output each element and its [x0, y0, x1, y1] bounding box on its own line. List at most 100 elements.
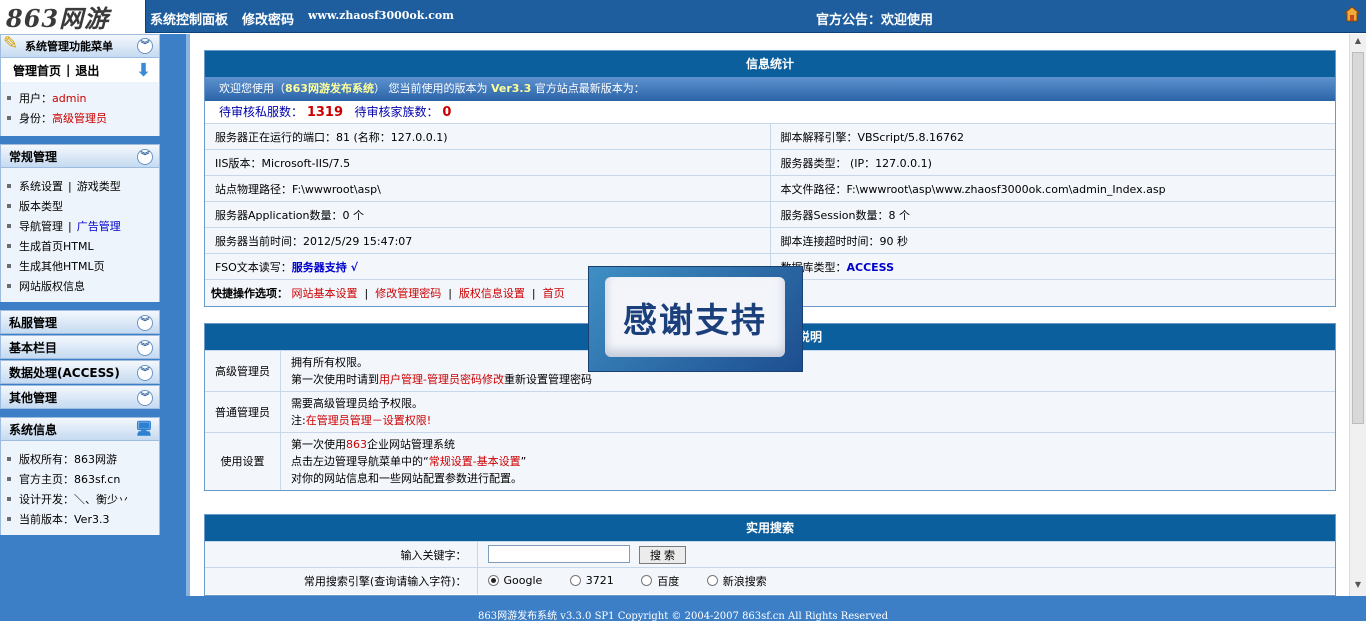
user-name: admin [52, 91, 87, 105]
menu-item-sys-settings[interactable]: 系统设置 [19, 178, 63, 194]
menu-item-nav-manage[interactable]: 导航管理 [19, 218, 63, 234]
table-cell: 服务器正在运行的端口：81 (名称：127.0.0.1) [205, 123, 770, 150]
user-label: 用户： [19, 92, 52, 105]
admin-home-link[interactable]: 管理首页 [13, 62, 61, 79]
menu-item-ad-manage[interactable]: 广告管理 [77, 218, 121, 234]
radio-label: Google [503, 574, 543, 587]
section-title: 系统信息 [9, 422, 58, 437]
radio-icon [487, 575, 499, 586]
perm-desc: 需要高级管理员给予权限。 注:在管理员管理－设置权限! [280, 391, 1335, 433]
keyword-input[interactable] [487, 545, 630, 564]
search-table: 输入关键字： 搜 索 常用搜索引擎(查询请输入字符)： Google 3721 … [205, 541, 1335, 594]
thanks-popup[interactable]: 感谢支持 [588, 266, 803, 372]
radio-icon [569, 575, 581, 586]
perm-desc: 第一次使用863企业网站管理系统 点击左边管理导航菜单中的“常规设置-基本设置”… [280, 432, 1335, 490]
chevron-down-icon[interactable]: ︾ [137, 365, 153, 381]
perm-line: 点击左边管理导航菜单中的“常规设置-基本设置” [291, 453, 1325, 470]
section-private-servers[interactable]: 私服管理 ︾ [0, 310, 160, 334]
perm-line: 注:在管理员管理－设置权限! [291, 412, 1325, 429]
perm-link[interactable]: 在管理员管理－设置权限! [306, 414, 431, 427]
sysinfo-item: 设计开发：＼、衡少丷 [1, 489, 159, 509]
top-links: 系统控制面板 修改密码 www.zhaosf3000ok.com [150, 9, 454, 28]
menu-row: 生成其他HTML页 [1, 256, 159, 276]
logout-link[interactable]: 退出 [75, 62, 99, 79]
scroll-thumb[interactable] [1352, 52, 1364, 424]
table-row: 服务器正在运行的端口：81 (名称：127.0.0.1) 脚本解释引擎：VBSc… [205, 123, 1335, 150]
table-row: 使用设置 第一次使用863企业网站管理系统 点击左边管理导航菜单中的“常规设置-… [205, 432, 1335, 490]
site-url-link[interactable]: www.zhaosf3000ok.com [308, 9, 454, 28]
change-password-link[interactable]: 修改密码 [242, 9, 294, 28]
menu-item-version-types[interactable]: 版本类型 [19, 198, 63, 214]
table-cell: 站点物理路径：F:\wwwroot\asp\ [205, 175, 770, 202]
perm-line: 拥有所有权限。 [291, 356, 368, 369]
chevron-down-icon[interactable]: ︾ [137, 315, 153, 331]
home-icon[interactable] [1344, 6, 1360, 22]
menu-item-copyright[interactable]: 网站版权信息 [19, 278, 85, 294]
engine-cell: Google 3721 百度 新浪搜索 [476, 567, 1335, 594]
engine-3721-radio[interactable]: 3721 [569, 574, 614, 587]
footer: 863网游发布系统 v3.3.0 SP1 Copyright © 2004-20… [0, 596, 1366, 621]
menu-row: 生成首页HTML [1, 236, 159, 256]
menu-item-gen-home[interactable]: 生成首页HTML [19, 238, 94, 254]
separator: | [444, 286, 456, 300]
perm-label: 使用设置 [205, 432, 281, 490]
perm-link[interactable]: 常规设置-基本设置 [429, 455, 521, 468]
db-value: ACCESS [846, 260, 895, 274]
menu-item-game-types[interactable]: 游戏类型 [77, 178, 121, 194]
quick-link-home[interactable]: 首页 [543, 287, 565, 300]
menu-nav: 管理首页 | 退出 ⬇ [0, 58, 160, 82]
panel-title: 实用搜索 [205, 515, 1335, 541]
engine-baidu-radio[interactable]: 百度 [641, 573, 679, 589]
chevron-down-icon[interactable]: ︾ [137, 340, 153, 356]
section-basic-columns[interactable]: 基本栏目 ︾ [0, 335, 160, 359]
section-general[interactable]: 常规管理 ︾ [0, 144, 160, 168]
keyword-cell: 搜 索 [476, 541, 1335, 568]
table-row: 站点物理路径：F:\wwwroot\asp\ 本文件路径：F:\wwwroot\… [205, 175, 1335, 202]
engine-google-radio[interactable]: Google [487, 574, 543, 587]
site-logo[interactable]: 863网游 [0, 0, 146, 33]
scroll-down-icon[interactable]: ▼ [1352, 580, 1364, 594]
scroll-up-icon[interactable]: ▲ [1352, 36, 1364, 50]
top-bar: 863网游 系统控制面板 修改密码 www.zhaosf3000ok.com 官… [0, 0, 1366, 33]
table-row: 普通管理员 需要高级管理员给予权限。 注:在管理员管理－设置权限! [205, 391, 1335, 433]
role-value: 高级管理员 [52, 112, 107, 125]
keyword-label: 输入关键字： [205, 541, 477, 568]
menu-row: 导航管理 | 广告管理 [1, 216, 159, 236]
separator: | [528, 286, 540, 300]
perm-link[interactable]: 863 [346, 438, 367, 451]
welcome-prefix: 欢迎您使用（ [219, 82, 285, 95]
menu-item-gen-other[interactable]: 生成其他HTML页 [19, 258, 105, 274]
section-sysinfo: 系统信息 🖥 [0, 417, 160, 441]
section-data-processing[interactable]: 数据处理(ACCESS) ︾ [0, 360, 160, 384]
table-cell: 脚本解释引擎：VBScript/5.8.16762 [769, 123, 1335, 150]
chevron-down-icon[interactable]: ︾ [137, 149, 153, 165]
section-other[interactable]: 其他管理 ︾ [0, 385, 160, 409]
pending-private-count[interactable]: 1319 [307, 105, 343, 120]
radio-icon [641, 575, 653, 586]
engine-sina-radio[interactable]: 新浪搜索 [706, 573, 767, 589]
perm-link[interactable]: 用户管理-管理员密码修改 [379, 373, 504, 386]
collapse-icon[interactable]: ︾ [137, 38, 153, 54]
role-row: 身份： 高级管理员 [1, 108, 159, 128]
section-title: 数据处理(ACCESS) [9, 365, 120, 380]
chevron-down-icon[interactable]: ︾ [137, 390, 153, 406]
section-title: 基本栏目 [9, 340, 58, 355]
search-button[interactable]: 搜 索 [639, 545, 687, 564]
control-panel-link[interactable]: 系统控制面板 [150, 9, 228, 28]
sysinfo-item: 官方主页：863sf.cn [1, 469, 159, 489]
pending-family-count[interactable]: 0 [442, 105, 451, 120]
quick-link-change-password[interactable]: 修改管理密码 [375, 287, 441, 300]
frame-divider[interactable] [186, 34, 190, 596]
fso-label: FSO文本读写： [215, 260, 292, 274]
role-label: 身份： [19, 112, 52, 125]
db-cell: 数据库类型：ACCESS [769, 253, 1335, 280]
version: Ver3.3 [490, 82, 532, 95]
quick-link-basic-settings[interactable]: 网站基本设置 [292, 287, 358, 300]
perm-text: 注: [291, 414, 306, 427]
vertical-scrollbar[interactable]: ▲ ▼ [1349, 34, 1366, 596]
quick-link-copyright[interactable]: 版权信息设置 [459, 287, 525, 300]
menu-title: 系统管理功能菜单 [25, 40, 113, 53]
sysinfo-item: 当前版本：Ver3.3 [1, 509, 159, 529]
